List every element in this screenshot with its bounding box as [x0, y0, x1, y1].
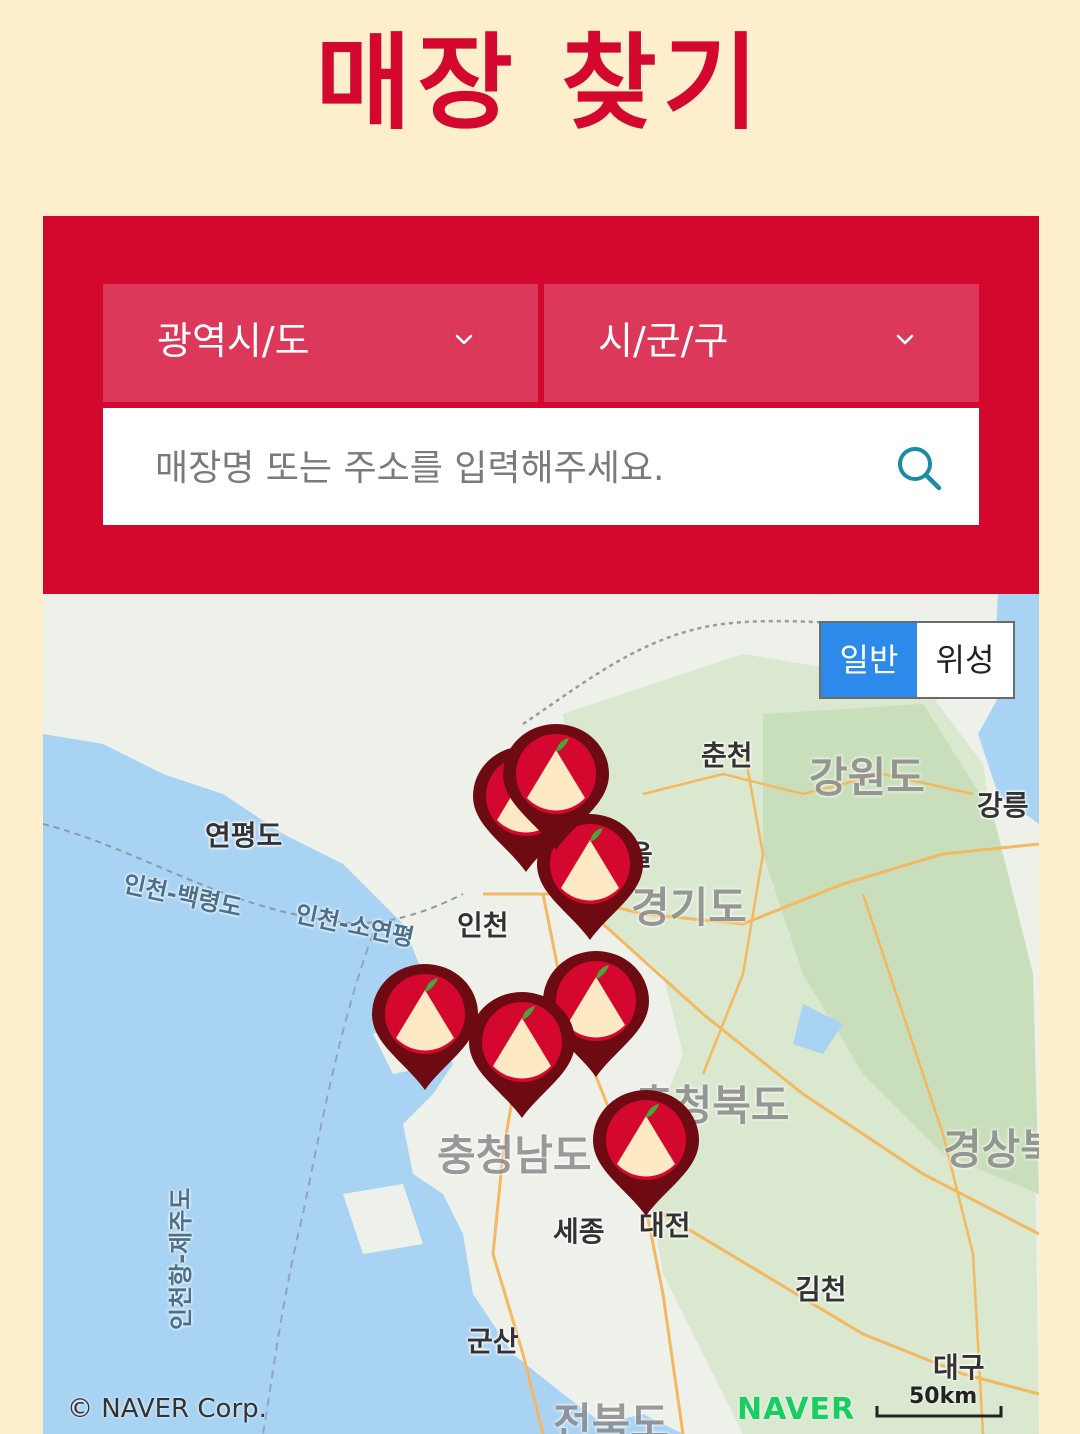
chevron-down-icon	[896, 334, 914, 345]
map-copyright: © NAVER Corp.	[67, 1394, 267, 1424]
map-type-normal-button[interactable]: 일반	[821, 623, 917, 697]
search-icon[interactable]	[895, 444, 943, 492]
map-label-jeonbuk: 전북도	[553, 1399, 669, 1434]
map-label-gyeonggi: 경기도	[631, 883, 747, 932]
region-select-label: 광역시/도	[157, 319, 310, 363]
store-search-panel: 광역시/도 시/군/구	[43, 216, 1039, 594]
chevron-down-icon	[455, 334, 473, 345]
map-label-gimcheon: 김천	[795, 1273, 847, 1306]
store-pin[interactable]	[370, 962, 480, 1094]
region-select[interactable]: 광역시/도	[103, 284, 538, 402]
district-select-label: 시/군/구	[598, 319, 729, 363]
map-label-chungnam: 충청남도	[437, 1131, 592, 1180]
map-label-gyeongsang: 경상북	[943, 1125, 1039, 1174]
map-type-satellite-button[interactable]: 위성	[917, 623, 1013, 697]
map-label-incheon-jeju: 인천항-제주도	[167, 1187, 195, 1330]
map-label-gangwon: 강원도	[809, 753, 925, 802]
map-label-gunsan: 군산	[467, 1325, 519, 1358]
page-title: 매장 찾기	[315, 22, 765, 144]
naver-logo: NAVER	[737, 1392, 856, 1427]
district-select[interactable]: 시/군/구	[544, 284, 979, 402]
map-type-toggle: 일반 위성	[819, 621, 1015, 699]
map-label-chuncheon: 춘천	[701, 739, 753, 772]
map-label-gangneung: 강릉	[977, 789, 1029, 822]
map-label-yeonpyeong: 연평도	[205, 819, 283, 852]
store-pin[interactable]	[467, 990, 577, 1122]
map-scale-bar	[875, 1406, 1003, 1418]
map-label-incheon: 인천	[457, 909, 509, 942]
store-pin[interactable]	[501, 722, 611, 854]
store-map[interactable]: 일반 위성 춘천 강원도 강릉 연평도 인천-백령도 인천-소연평 인천 울 경…	[43, 594, 1039, 1434]
search-box	[103, 408, 979, 525]
store-pin[interactable]	[591, 1088, 701, 1220]
map-label-daegu: 대구	[933, 1351, 985, 1384]
search-input[interactable]	[153, 438, 857, 498]
